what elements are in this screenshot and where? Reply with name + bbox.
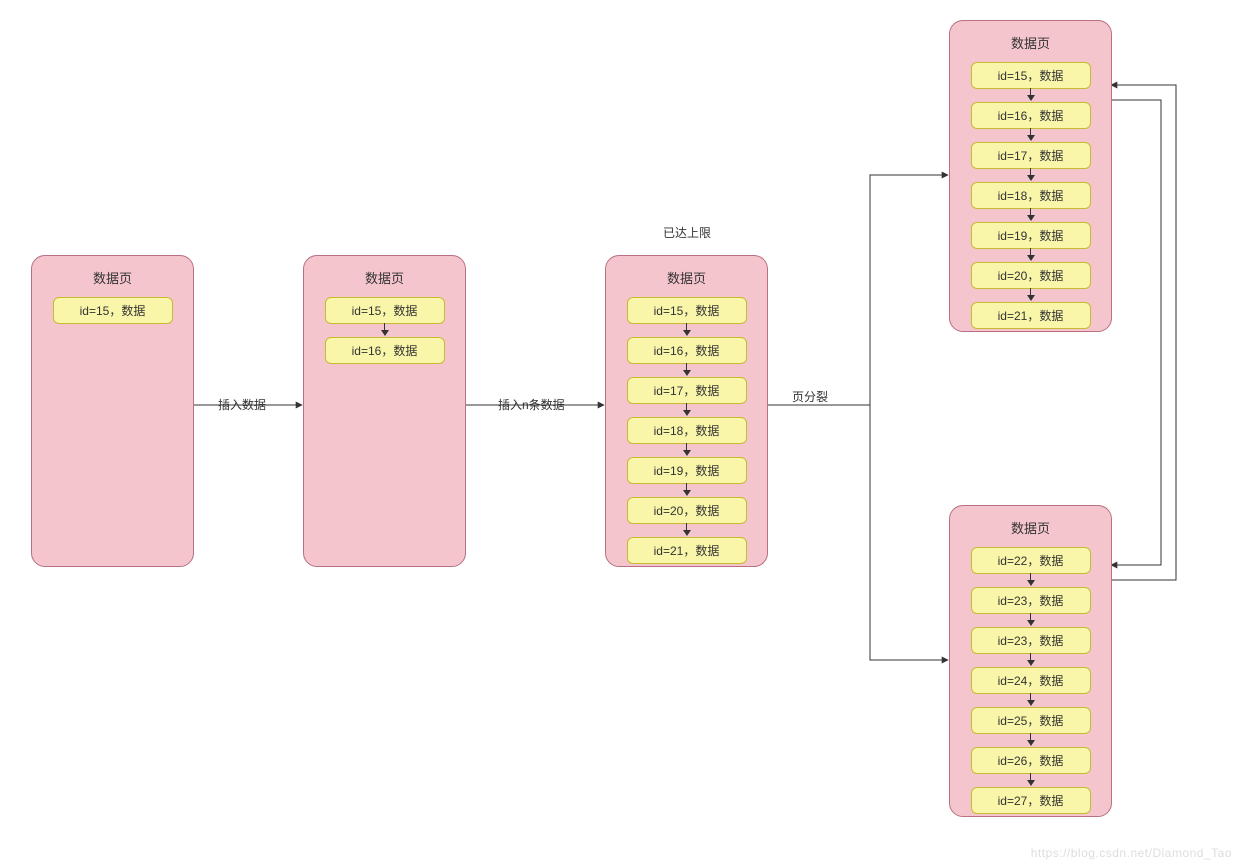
record: id=24，数据 — [971, 667, 1091, 694]
data-page-3: 数据页 id=15，数据 id=16，数据 id=17，数据 id=18，数据 … — [605, 255, 768, 567]
data-page-1: 数据页 id=15，数据 — [31, 255, 194, 567]
label-insert-n: 插入n条数据 — [498, 396, 565, 413]
record: id=16，数据 — [325, 337, 445, 364]
page-title: 数据页 — [304, 268, 465, 287]
record: id=17，数据 — [971, 142, 1091, 169]
record: id=20，数据 — [971, 262, 1091, 289]
record: id=23，数据 — [971, 627, 1091, 654]
record: id=15，数据 — [627, 297, 747, 324]
record: id=21，数据 — [627, 537, 747, 564]
record: id=18，数据 — [971, 182, 1091, 209]
page-title: 数据页 — [32, 268, 193, 287]
record: id=19，数据 — [627, 457, 747, 484]
data-page-4: 数据页 id=15，数据 id=16，数据 id=17，数据 id=18，数据 … — [949, 20, 1112, 332]
record: id=17，数据 — [627, 377, 747, 404]
record: id=18，数据 — [627, 417, 747, 444]
record: id=15，数据 — [971, 62, 1091, 89]
page-title: 数据页 — [606, 268, 767, 287]
record: id=19，数据 — [971, 222, 1091, 249]
data-page-5: 数据页 id=22，数据 id=23，数据 id=23，数据 id=24，数据 … — [949, 505, 1112, 817]
record: id=16，数据 — [971, 102, 1091, 129]
record: id=15，数据 — [53, 297, 173, 324]
record: id=27，数据 — [971, 787, 1091, 814]
label-limit-reached: 已达上限 — [663, 224, 711, 241]
record: id=16，数据 — [627, 337, 747, 364]
data-page-2: 数据页 id=15，数据 id=16，数据 — [303, 255, 466, 567]
watermark: https://blog.csdn.net/Diamond_Tao — [1031, 846, 1232, 860]
record: id=26，数据 — [971, 747, 1091, 774]
label-page-split: 页分裂 — [792, 388, 828, 405]
record: id=15，数据 — [325, 297, 445, 324]
record: id=21，数据 — [971, 302, 1091, 329]
record: id=25，数据 — [971, 707, 1091, 734]
record: id=22，数据 — [971, 547, 1091, 574]
record: id=23，数据 — [971, 587, 1091, 614]
record: id=20，数据 — [627, 497, 747, 524]
page-title: 数据页 — [950, 33, 1111, 52]
label-insert-data: 插入数据 — [218, 396, 266, 413]
page-title: 数据页 — [950, 518, 1111, 537]
